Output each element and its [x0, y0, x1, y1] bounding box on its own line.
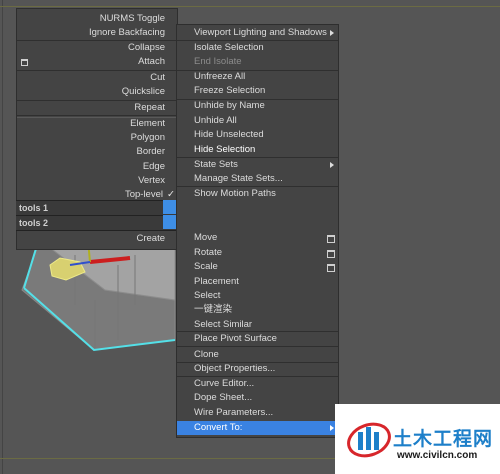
menu-item-label: Repeat: [134, 102, 165, 113]
menu-item-label: Unhide All: [194, 115, 237, 126]
menu-item-border[interactable]: Border: [17, 145, 177, 159]
quad-label-tools2: tools 2: [19, 218, 49, 228]
menu-item-repeat[interactable]: Repeat: [17, 101, 177, 115]
menu-item-unhide-by-name[interactable]: Unhide by Name: [177, 99, 338, 113]
menu-separator: [17, 115, 177, 116]
menu-item-select[interactable]: Select: [177, 289, 338, 303]
menu-item-one-click-render[interactable]: 一键渲染: [177, 303, 338, 317]
menu-item-label: Vertex: [138, 175, 165, 186]
submenu-arrow-icon: [330, 162, 334, 168]
menu-item-object-properties[interactable]: Object Properties...: [177, 362, 338, 376]
menu-item-end-isolate: End Isolate: [177, 55, 338, 69]
menu-item-hide-unselected[interactable]: Hide Unselected: [177, 128, 338, 142]
submenu-arrow-icon: [330, 30, 334, 36]
menu-item-nurms-toggle[interactable]: NURMS Toggle: [17, 12, 177, 26]
menu-item-label: State Sets: [194, 159, 238, 170]
menu-item-label: Move: [194, 232, 218, 243]
menu-item-show-motion-paths[interactable]: Show Motion Paths: [177, 187, 338, 201]
menu-item-placement[interactable]: Placement: [177, 275, 338, 289]
menu-item-label: Select Similar: [194, 319, 253, 330]
settings-box-icon[interactable]: [327, 235, 335, 243]
menu-item-convert-to[interactable]: Convert To:: [177, 421, 338, 435]
watermark-url: www.civilcn.com: [397, 450, 478, 461]
watermark: 土木工程网 www.civilcn.com: [335, 404, 500, 474]
menu-item-label: Scale: [194, 261, 218, 272]
menu-item-label: NURMS Toggle: [99, 13, 165, 24]
menu-item-label: Cut: [150, 72, 165, 83]
menu-item-collapse[interactable]: Collapse: [17, 41, 177, 55]
menu-item-select-similar[interactable]: Select Similar: [177, 318, 338, 332]
menu-item-label: Wire Parameters...: [194, 407, 274, 418]
settings-box-icon[interactable]: [327, 250, 335, 258]
menu-item-isolate-selection[interactable]: Isolate Selection: [177, 41, 338, 55]
menu-item-attach[interactable]: Attach: [17, 55, 177, 69]
right-quad-menu: Viewport Lighting and Shadows Isolate Se…: [176, 24, 339, 438]
menu-item-label: Element: [130, 118, 165, 129]
menu-item-rotate[interactable]: Rotate: [177, 246, 338, 260]
menu-item-label: Create: [136, 233, 165, 244]
menu-item-state-sets[interactable]: State Sets: [177, 158, 338, 172]
menu-item-label: Select: [194, 290, 221, 301]
menu-item-label: Edge: [142, 161, 165, 172]
menu-item-label: Dope Sheet...: [194, 392, 253, 403]
menu-item-label: Attach: [138, 56, 165, 67]
menu-item-label: Show Motion Paths: [194, 188, 276, 199]
menu-item-label: Isolate Selection: [194, 42, 264, 53]
menu-item-viewport-lighting[interactable]: Viewport Lighting and Shadows: [177, 26, 338, 40]
settings-box-icon[interactable]: [21, 59, 28, 66]
menu-item-vertex[interactable]: Vertex: [17, 174, 177, 188]
menu-item-label: Object Properties...: [194, 363, 276, 374]
menu-item-place-pivot-surface[interactable]: Place Pivot Surface: [177, 332, 338, 346]
menu-item-cut[interactable]: Cut: [17, 71, 177, 85]
menu-item-freeze-selection[interactable]: Freeze Selection: [177, 84, 338, 98]
quad-switch-lower-left[interactable]: [163, 215, 176, 229]
menu-item-label: Viewport Lighting and Shadows: [194, 27, 327, 38]
menu-item-label: Freeze Selection: [194, 85, 266, 96]
quad-switch-upper-left[interactable]: [163, 200, 176, 214]
menu-item-label: Clone: [194, 349, 219, 360]
menu-item-hide-selection[interactable]: Hide Selection: [177, 143, 338, 157]
menu-item-ignore-backfacing[interactable]: Ignore Backfacing: [17, 26, 177, 40]
menu-item-label: Curve Editor...: [194, 378, 255, 389]
menu-item-label: Ignore Backfacing: [88, 27, 165, 38]
menu-item-quickslice[interactable]: Quickslice: [17, 85, 177, 99]
menu-item-label: Rotate: [194, 247, 222, 258]
menu-item-label: Manage State Sets...: [194, 173, 283, 184]
menu-item-label: Placement: [194, 276, 239, 287]
menu-item-dope-sheet[interactable]: Dope Sheet...: [177, 391, 338, 405]
menu-item-label: Quickslice: [121, 86, 165, 97]
menu-item-clone[interactable]: Clone: [177, 348, 338, 362]
menu-item-label: Border: [136, 146, 165, 157]
menu-item-polygon[interactable]: Polygon: [17, 131, 177, 145]
menu-item-curve-editor[interactable]: Curve Editor...: [177, 377, 338, 391]
quad-label-tools1: tools 1: [19, 203, 49, 213]
menu-item-move[interactable]: Move: [177, 231, 338, 245]
menu-item-label: Collapse: [128, 42, 165, 53]
menu-item-label: Polygon: [130, 132, 165, 143]
menu-item-label: Convert To:: [194, 422, 243, 433]
menu-separator: [177, 346, 338, 347]
menu-item-label: Unfreeze All: [194, 71, 246, 82]
menu-item-label: Hide Selection: [194, 144, 256, 155]
menu-item-label: Hide Unselected: [194, 129, 264, 140]
menu-item-unfreeze-all[interactable]: Unfreeze All: [177, 70, 338, 84]
menu-item-create[interactable]: Create: [17, 232, 177, 246]
menu-item-label: 一键渲染: [194, 304, 233, 315]
menu-item-scale[interactable]: Scale: [177, 260, 338, 274]
menu-item-edge[interactable]: Edge: [17, 160, 177, 174]
submenu-arrow-icon: [330, 425, 334, 431]
menu-item-label: End Isolate: [194, 56, 242, 67]
menu-item-label: Place Pivot Surface: [194, 333, 277, 344]
menu-item-label: Unhide by Name: [194, 100, 265, 111]
menu-item-element[interactable]: Element: [17, 117, 177, 131]
watermark-title: 土木工程网: [393, 428, 494, 450]
settings-box-icon[interactable]: [327, 264, 335, 272]
civilcn-logo-icon: [347, 422, 391, 458]
menu-item-manage-state-sets[interactable]: Manage State Sets...: [177, 172, 338, 186]
menu-item-unhide-all[interactable]: Unhide All: [177, 114, 338, 128]
menu-item-wire-parameters[interactable]: Wire Parameters...: [177, 406, 338, 420]
